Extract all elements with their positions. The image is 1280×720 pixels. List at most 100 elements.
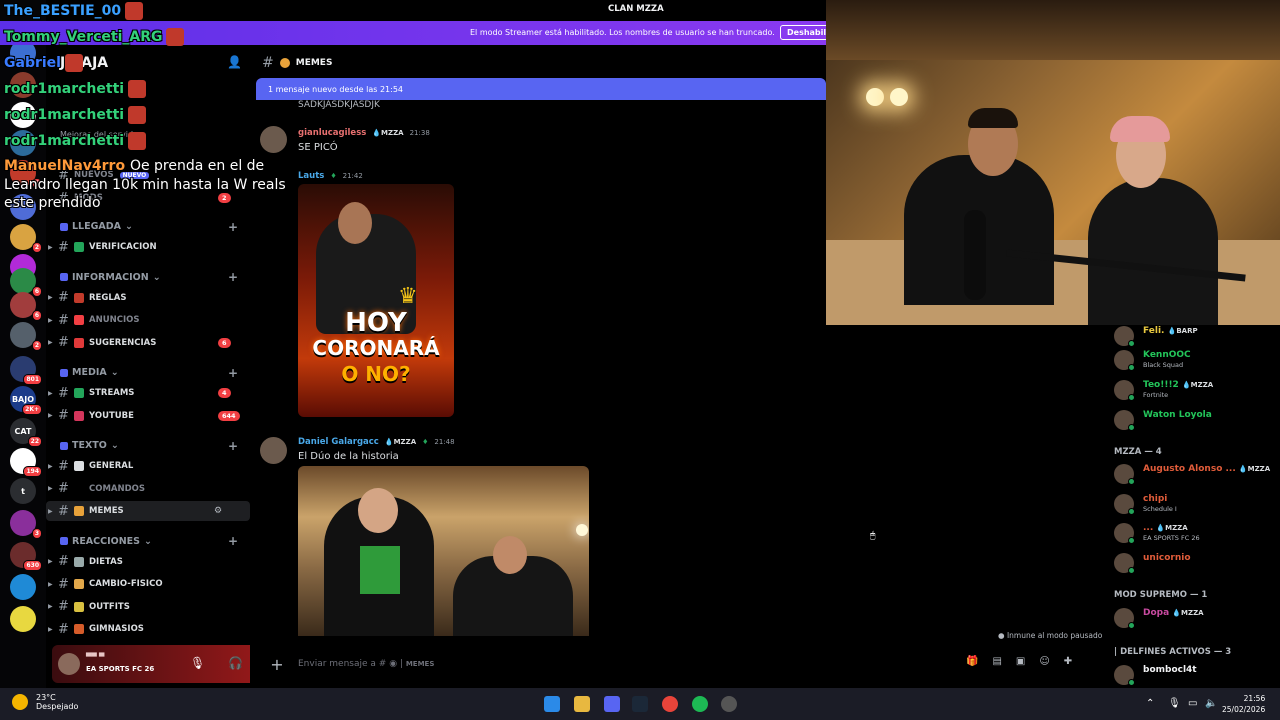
member-name: KennOOC [1143, 350, 1191, 360]
server-icon[interactable] [10, 574, 36, 600]
discord-icon[interactable] [604, 696, 620, 712]
composer-placeholder[interactable]: Enviar mensaje a # ◉ | MEMES [298, 659, 434, 669]
member-row[interactable]: chipi Schedule I [1114, 493, 1280, 515]
add-attachment-icon[interactable]: + [262, 655, 292, 674]
channel-streams[interactable]: ▶ # STREAMS 4 [46, 383, 250, 403]
volume-icon[interactable]: 🔈 [1205, 698, 1217, 709]
add-channel-icon[interactable]: + [228, 366, 238, 380]
channel-general[interactable]: ▶ # GENERAL [46, 456, 250, 476]
channel-settings-icon[interactable]: ⚙ [214, 506, 222, 516]
mute-icon[interactable]: 🎙 [190, 656, 205, 670]
add-channel-icon[interactable]: + [228, 220, 238, 234]
member-name: Dopa 💧MZZA [1143, 608, 1204, 618]
server-icon[interactable]: 2 [10, 224, 42, 253]
avatar[interactable] [260, 126, 287, 153]
add-channel-icon[interactable]: + [228, 534, 238, 548]
category-header[interactable]: TEXTO ⌄ + [60, 439, 238, 453]
server-icon[interactable]: 6 [10, 268, 42, 297]
chevron-down-icon: ⌄ [110, 440, 119, 451]
category-label: INFORMACION [72, 271, 149, 283]
weather-widget[interactable]: 23°C Despejado [12, 693, 78, 711]
author-name[interactable]: Daniel Galargacc [298, 437, 379, 447]
category-header[interactable]: MEDIA ⌄ + [60, 366, 238, 380]
channel-reglas[interactable]: ▶ # REGLAS [46, 288, 250, 308]
member-row[interactable]: Feli. 💧BARP [1114, 325, 1280, 347]
server-icon[interactable]: 801 [10, 356, 42, 385]
obs-icon[interactable] [721, 696, 737, 712]
channel-emoji-icon [74, 601, 84, 612]
photo-image[interactable] [298, 466, 589, 636]
meme-image[interactable]: ♛ HOY CORONARÁ O NO? [298, 184, 454, 417]
server-icon[interactable]: 630 [10, 542, 42, 571]
hash-icon: # [58, 554, 69, 569]
add-channel-icon[interactable]: + [228, 439, 238, 453]
microphone-tray-icon[interactable]: 🎙 [1168, 698, 1181, 709]
member-row[interactable]: Augusto Alonso ... 💧MZZA [1114, 463, 1280, 485]
file-explorer-icon[interactable] [574, 696, 590, 712]
hash-icon: # [58, 312, 69, 328]
new-messages-bar[interactable]: 1 mensaje nuevo desde las 21:54 [256, 78, 826, 100]
add-channel-icon[interactable]: + [228, 270, 238, 284]
server-icon[interactable]: 3 [10, 510, 42, 539]
author-name[interactable]: Lauts [298, 171, 324, 181]
tray-chevron-icon[interactable]: ⌃ [1146, 698, 1154, 709]
hash-icon: # [58, 503, 69, 519]
channel-dietas[interactable]: ▶ # DIETAS [46, 552, 250, 572]
category-header[interactable]: REACCIONES ⌄ + [60, 534, 238, 548]
unread-badge: 4 [218, 388, 231, 398]
channel-sugerencias[interactable]: ▶ # SUGERENCIAS 6 [46, 333, 250, 353]
chrome-icon[interactable] [662, 696, 678, 712]
emoji-icon[interactable]: ☺ [1039, 656, 1049, 667]
sticker-icon[interactable]: ▣ [1016, 656, 1025, 667]
channel-anuncios[interactable]: ▶ # ANUNCIOS [46, 310, 250, 330]
hash-icon: # [58, 290, 69, 305]
member-row[interactable]: bombocl4t [1114, 664, 1280, 686]
windows-start-icon[interactable] [544, 696, 560, 712]
deafen-icon[interactable]: 🎧 [228, 656, 243, 670]
server-icon[interactable] [10, 606, 36, 632]
channel-label: OUTFITS [89, 601, 130, 612]
category-header[interactable]: INFORMACION ⌄ + [60, 270, 238, 284]
clock[interactable]: 21:56 25/02/2026 [1222, 693, 1265, 715]
channel-outfits[interactable]: ▶ # OUTFITS [46, 597, 250, 617]
gif-icon[interactable]: ▤ [992, 656, 1001, 667]
channel-gimnasios[interactable]: ▶ # GIMNASIOS [46, 619, 250, 639]
apps-icon[interactable]: ✚ [1064, 656, 1072, 667]
channel-emoji-icon [74, 461, 84, 471]
status-dot [1128, 679, 1135, 686]
server-icon[interactable]: BAJO 2K+ [10, 386, 42, 415]
channel-comandos[interactable]: ▶ # COMANDOS [46, 479, 250, 499]
channel-youtube[interactable]: ▶ # YOUTUBE 644 [46, 406, 250, 426]
chat-username: rodr1marchetti [4, 81, 125, 97]
badge-icon: ♦ [422, 438, 429, 446]
member-row[interactable]: Dopa 💧MZZA [1114, 607, 1280, 629]
gift-icon[interactable]: 🎁 [966, 656, 978, 667]
mention-badge: 2 [31, 242, 42, 253]
author-name[interactable]: gianlucagiless [298, 128, 366, 138]
member-row[interactable]: Waton Loyola [1114, 409, 1280, 431]
server-icon[interactable]: 194 [10, 448, 42, 477]
member-row[interactable]: ... 💧MZZA EA SPORTS FC 26 [1114, 522, 1280, 544]
server-icon[interactable]: CAT 22 [10, 418, 42, 447]
member-name: unicornio [1143, 553, 1191, 563]
server-icon[interactable]: 2 [10, 322, 42, 351]
category-header[interactable]: LLEGADA ⌄ + [60, 220, 238, 234]
steam-icon[interactable] [632, 696, 648, 712]
channel-emoji-icon [74, 292, 84, 303]
member-row[interactable]: KennOOC Black Squad [1114, 349, 1280, 371]
network-icon[interactable]: ▭ [1188, 698, 1197, 709]
add-member-icon[interactable]: 👤 [227, 55, 242, 69]
avatar[interactable] [260, 437, 287, 464]
spotify-icon[interactable] [692, 696, 708, 712]
server-icon[interactable]: t [10, 478, 36, 504]
channel-verificacion[interactable]: ▶ # VERIFICACION [46, 237, 250, 257]
chevron-down-icon: ⌄ [124, 221, 133, 232]
cursor-icon: 🖱 [870, 531, 876, 541]
server-icon[interactable]: 6 [10, 292, 42, 321]
avatar[interactable] [58, 653, 80, 675]
channel-cambio-fisico[interactable]: ▶ # CAMBIO-FISICO [46, 574, 250, 594]
category-icon [60, 368, 68, 377]
member-row[interactable]: Teo!!!2 💧MZZA Fortnite [1114, 379, 1280, 401]
member-row[interactable]: unicornio [1114, 552, 1280, 574]
channel-memes[interactable]: ▶ # MEMES ⚙ [46, 501, 250, 521]
